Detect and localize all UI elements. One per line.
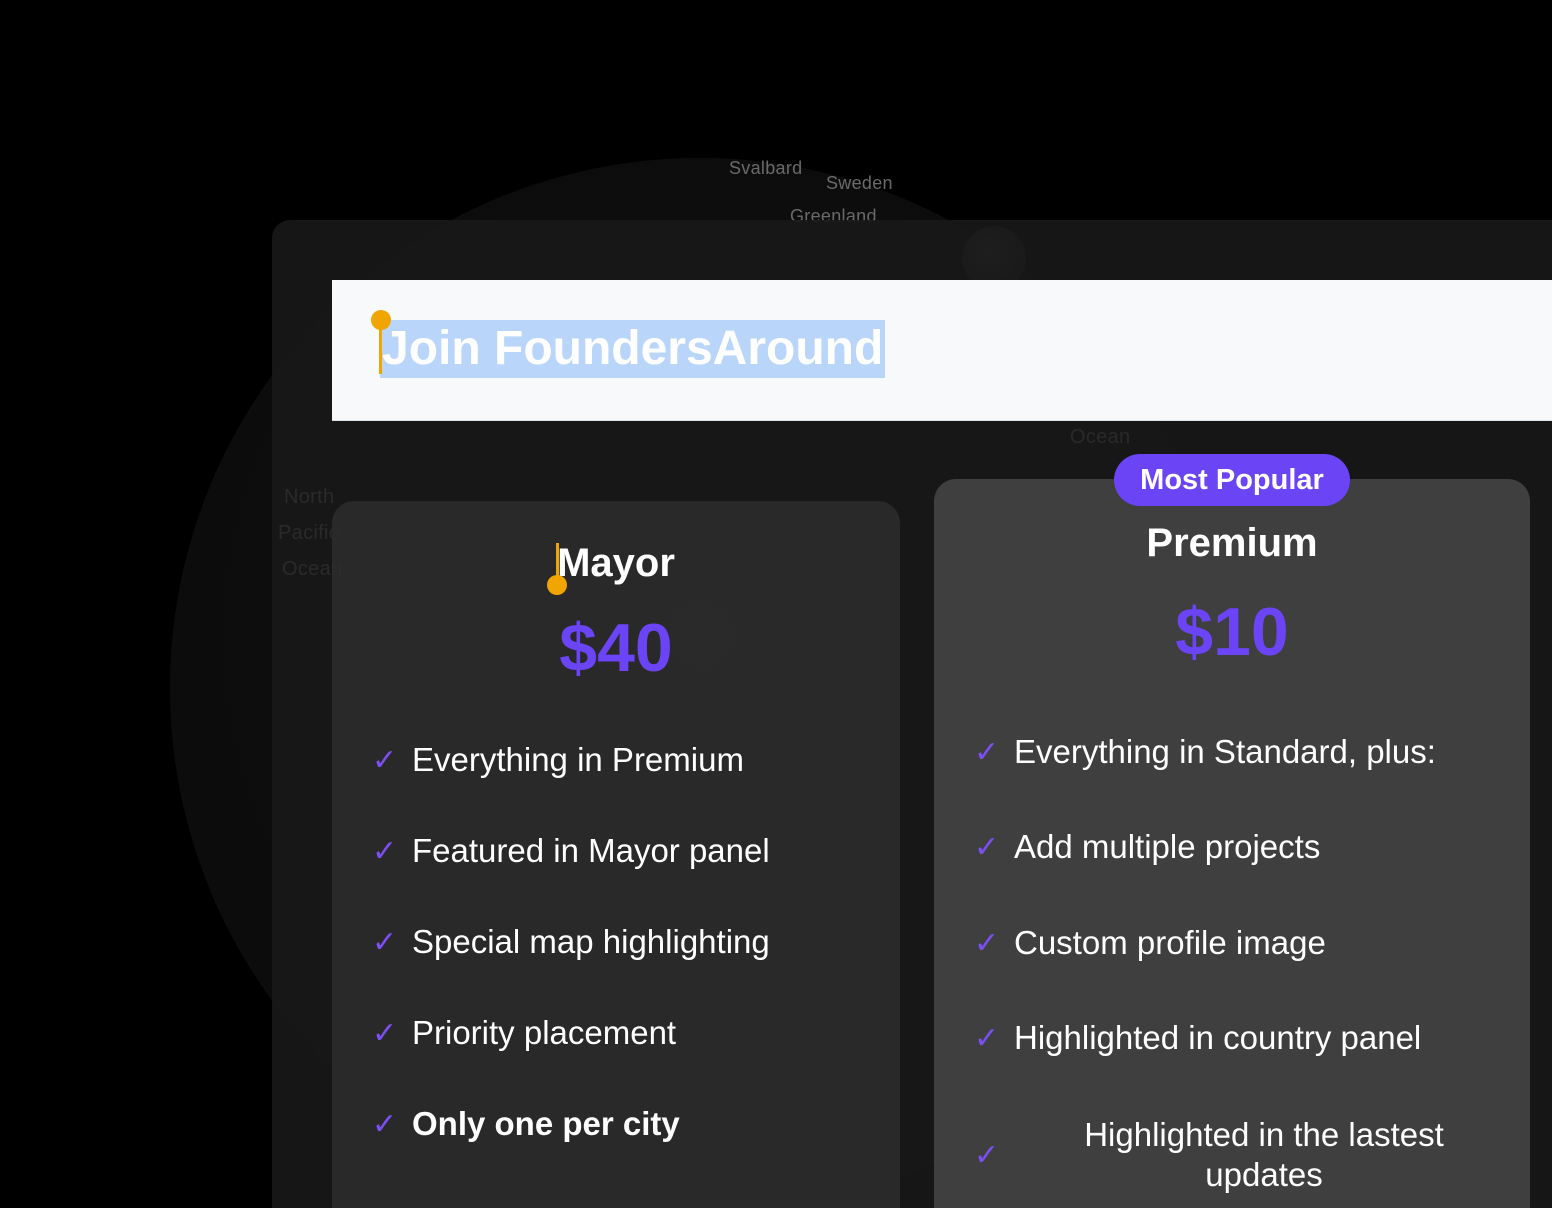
feature-text: Highlighted in the lastest updates <box>1084 1116 1444 1193</box>
feature-text: Priority placement <box>412 1014 677 1051</box>
map-label-svalbard: Svalbard <box>729 158 803 178</box>
checkmark-icon: ✓ <box>974 926 1000 960</box>
selection-end-handle-icon[interactable] <box>547 575 567 595</box>
checkmark-icon: ✓ <box>974 1138 1000 1172</box>
title-selection-highlight[interactable]: Join FoundersAround <box>380 320 886 378</box>
map-label-pacific: Pacific <box>278 522 340 544</box>
plan-card-premium[interactable]: Most Popular Premium $10 ✓ Everything in… <box>934 454 1530 1208</box>
checkmark-icon: ✓ <box>372 1107 398 1141</box>
feature-item: ✓ Only one per city <box>372 1105 880 1143</box>
page-title[interactable]: Join FoundersAround <box>382 320 883 378</box>
most-popular-badge: Most Popular <box>1114 454 1350 506</box>
map-label-pacific-north: North <box>284 486 335 508</box>
feature-item: ✓ Custom profile image <box>974 924 1510 962</box>
checkmark-icon: ✓ <box>974 735 1000 769</box>
page: Svalbard Sweden Greenland Ocean North Pa… <box>0 0 1552 1208</box>
selection-start-caret <box>379 322 382 374</box>
feature-text: Custom profile image <box>1014 924 1326 961</box>
feature-text: Only one per city <box>412 1105 680 1142</box>
checkmark-icon: ✓ <box>372 743 398 777</box>
feature-item: ✓ Special map highlighting <box>372 923 880 961</box>
feature-text: Everything in Standard, plus: <box>1014 733 1436 770</box>
checkmark-icon: ✓ <box>372 1016 398 1050</box>
feature-item: ✓ Everything in Standard, plus: <box>974 733 1510 771</box>
plan-name-premium: Premium <box>1146 521 1318 565</box>
feature-text: Special map highlighting <box>412 923 770 960</box>
plan-name-mayor: Mayor <box>557 541 675 585</box>
plan-price-mayor: $40 <box>559 610 673 686</box>
map-label-sweden: Sweden <box>826 173 893 193</box>
plan-card-mayor[interactable]: Mayor $40 ✓ Everything in Premium ✓ Feat… <box>332 501 900 1208</box>
feature-item: ✓ Everything in Premium <box>372 741 880 779</box>
feature-text: Highlighted in country panel <box>1014 1019 1422 1056</box>
feature-text: Featured in Mayor panel <box>412 832 770 869</box>
feature-text: Everything in Premium <box>412 741 744 778</box>
checkmark-icon: ✓ <box>372 925 398 959</box>
feature-item: ✓ Priority placement <box>372 1014 880 1052</box>
plan-price-premium: $10 <box>1175 594 1289 670</box>
feature-item: ✓ Highlighted in the lastest updates <box>974 1115 1510 1195</box>
feature-item: ✓ Featured in Mayor panel <box>372 832 880 870</box>
map-label-ocean-top: Ocean <box>1070 426 1131 448</box>
feature-item: ✓ Add multiple projects <box>974 828 1510 866</box>
feature-item: ✓ Highlighted in country panel <box>974 1019 1510 1057</box>
checkmark-icon: ✓ <box>974 1021 1000 1055</box>
checkmark-icon: ✓ <box>974 830 1000 864</box>
feature-text: Add multiple projects <box>1014 828 1321 865</box>
checkmark-icon: ✓ <box>372 834 398 868</box>
